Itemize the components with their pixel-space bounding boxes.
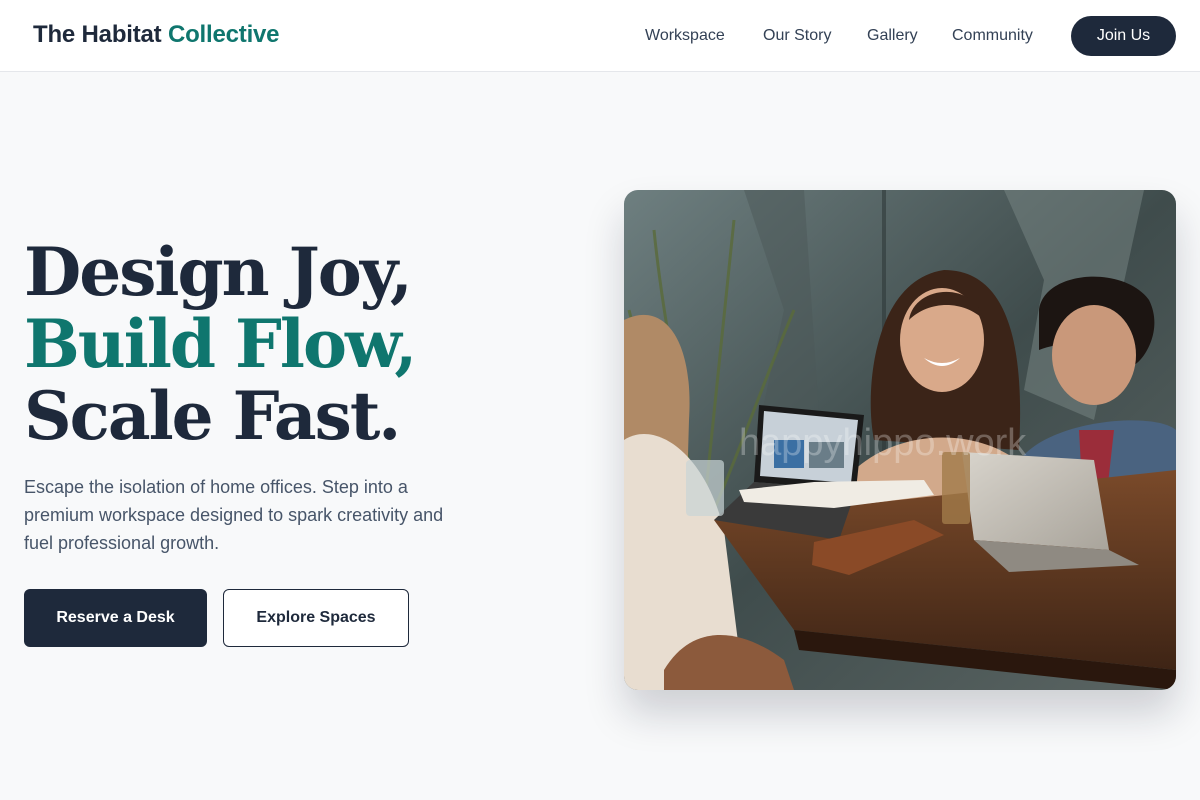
headline-line-1: Design Joy, [24, 233, 413, 311]
brand-logo[interactable]: The Habitat Collective [33, 20, 280, 50]
hero-image: happyhippo.work [624, 190, 1176, 690]
site-header: The Habitat Collective Workspace Our Sto… [0, 0, 1200, 72]
headline-line-3: Scale Fast. [24, 377, 401, 455]
join-us-button[interactable]: Join Us [1071, 16, 1176, 56]
logo-accent-text: Collective [167, 21, 280, 48]
nav-link-our-story[interactable]: Our Story [763, 26, 831, 46]
headline-line-2: Build Flow, [24, 305, 417, 383]
logo-text: The Habitat [33, 21, 162, 48]
reserve-desk-button[interactable]: Reserve a Desk [24, 589, 207, 647]
hero-subtext: Escape the isolation of home offices. St… [24, 477, 444, 553]
nav-link-gallery[interactable]: Gallery [867, 26, 918, 46]
hero-headline: Design Joy, Build Flow, Scale Fast. [24, 233, 417, 455]
image-watermark: happyhippo.work [739, 422, 1027, 464]
nav-link-community[interactable]: Community [952, 26, 1033, 46]
explore-spaces-button[interactable]: Explore Spaces [223, 589, 409, 647]
nav-link-workspace[interactable]: Workspace [645, 26, 725, 46]
